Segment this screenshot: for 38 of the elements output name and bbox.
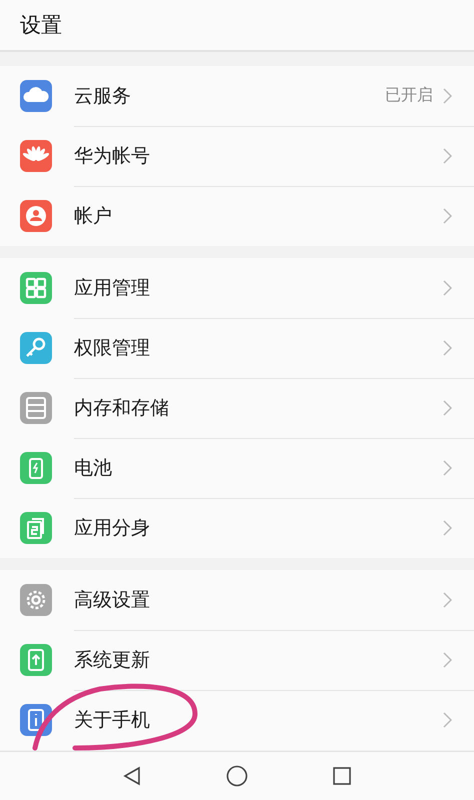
chevron-icon [443, 652, 452, 668]
page-title: 设置 [20, 12, 62, 39]
item-label: 云服务 [74, 84, 132, 108]
back-icon[interactable] [122, 766, 142, 786]
settings-item[interactable]: 系统更新 [0, 630, 474, 690]
settings-item[interactable]: 云服务 已开启 [0, 66, 474, 126]
chevron-icon [443, 88, 452, 104]
item-label: 华为帐号 [74, 144, 151, 168]
settings-item[interactable]: 高级设置 [0, 570, 474, 630]
settings-item[interactable]: 华为帐号 [0, 126, 474, 186]
settings-item[interactable]: 关于手机 [0, 690, 474, 750]
item-label: 电池 [74, 456, 113, 480]
item-label: 系统更新 [74, 648, 151, 672]
chevron-icon [443, 460, 452, 476]
item-label: 应用分身 [74, 516, 151, 541]
chevron-icon [443, 148, 452, 164]
item-label: 关于手机 [74, 708, 151, 733]
chevron-icon [443, 520, 452, 536]
status-text: 已开启 [385, 85, 433, 106]
item-label: 帐户 [74, 204, 113, 229]
home-icon[interactable] [226, 765, 248, 787]
chevron-icon [443, 712, 452, 728]
chevron-icon [443, 208, 452, 224]
settings-item[interactable]: 内存和存储 [0, 378, 474, 438]
item-label: 应用管理 [74, 276, 151, 300]
item-label: 高级设置 [74, 588, 151, 612]
recents-icon[interactable] [332, 766, 352, 786]
chevron-icon [443, 592, 452, 608]
chevron-icon [443, 400, 452, 416]
settings-item[interactable]: 应用管理 [0, 258, 474, 318]
item-label: 权限管理 [74, 336, 151, 360]
chevron-icon [443, 340, 452, 356]
settings-item[interactable]: 帐户 [0, 186, 474, 246]
settings-item[interactable]: 电池 [0, 438, 474, 498]
chevron-icon [443, 280, 452, 296]
item-label: 内存和存储 [74, 396, 170, 420]
settings-item[interactable]: 应用分身 [0, 498, 474, 558]
settings-item[interactable]: 权限管理 [0, 318, 474, 378]
